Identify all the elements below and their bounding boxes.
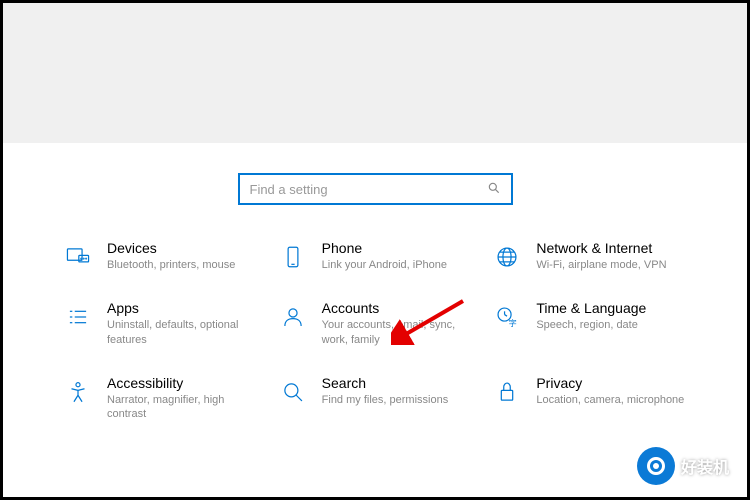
tile-accounts[interactable]: Accounts Your accounts, email, sync, wor… bbox=[278, 300, 473, 347]
window-header-area bbox=[3, 3, 747, 143]
tile-text: Apps Uninstall, defaults, optional featu… bbox=[107, 300, 258, 347]
tile-time-language[interactable]: 字 Time & Language Speech, region, date bbox=[492, 300, 687, 347]
tile-privacy[interactable]: Privacy Location, camera, microphone bbox=[492, 375, 687, 422]
tile-devices[interactable]: Devices Bluetooth, printers, mouse bbox=[63, 240, 258, 272]
tile-phone[interactable]: Phone Link your Android, iPhone bbox=[278, 240, 473, 272]
tile-desc: Link your Android, iPhone bbox=[322, 258, 473, 272]
tile-desc: Speech, region, date bbox=[536, 318, 687, 332]
tile-text: Accounts Your accounts, email, sync, wor… bbox=[322, 300, 473, 347]
search-tile-icon bbox=[278, 377, 308, 407]
tile-title: Phone bbox=[322, 240, 473, 256]
time-language-icon: 字 bbox=[492, 302, 522, 332]
tile-title: Apps bbox=[107, 300, 258, 316]
svg-text:字: 字 bbox=[509, 318, 517, 328]
tile-apps[interactable]: Apps Uninstall, defaults, optional featu… bbox=[63, 300, 258, 347]
search-input[interactable] bbox=[250, 182, 487, 197]
settings-content: Devices Bluetooth, printers, mouse Phone… bbox=[3, 143, 747, 421]
globe-icon bbox=[492, 242, 522, 272]
tile-desc: Uninstall, defaults, optional features bbox=[107, 318, 258, 347]
tile-title: Search bbox=[322, 375, 473, 391]
tile-title: Accounts bbox=[322, 300, 473, 316]
tile-text: Search Find my files, permissions bbox=[322, 375, 473, 407]
search-wrap bbox=[63, 143, 687, 240]
watermark-logo-icon bbox=[637, 447, 675, 485]
tile-text: Accessibility Narrator, magnifier, high … bbox=[107, 375, 258, 422]
tile-title: Privacy bbox=[536, 375, 687, 391]
accounts-icon bbox=[278, 302, 308, 332]
apps-icon bbox=[63, 302, 93, 332]
tile-desc: Find my files, permissions bbox=[322, 393, 473, 407]
accessibility-icon bbox=[63, 377, 93, 407]
tile-text: Devices Bluetooth, printers, mouse bbox=[107, 240, 258, 272]
tile-text: Phone Link your Android, iPhone bbox=[322, 240, 473, 272]
tile-title: Accessibility bbox=[107, 375, 258, 391]
tile-desc: Narrator, magnifier, high contrast bbox=[107, 393, 258, 422]
search-box[interactable] bbox=[238, 173, 513, 205]
tile-title: Devices bbox=[107, 240, 258, 256]
tile-title: Time & Language bbox=[536, 300, 687, 316]
tile-text: Privacy Location, camera, microphone bbox=[536, 375, 687, 407]
tile-desc: Wi-Fi, airplane mode, VPN bbox=[536, 258, 687, 272]
phone-icon bbox=[278, 242, 308, 272]
tile-text: Network & Internet Wi-Fi, airplane mode,… bbox=[536, 240, 687, 272]
tile-desc: Your accounts, email, sync, work, family bbox=[322, 318, 473, 347]
tile-text: Time & Language Speech, region, date bbox=[536, 300, 687, 332]
tile-network[interactable]: Network & Internet Wi-Fi, airplane mode,… bbox=[492, 240, 687, 272]
tile-desc: Location, camera, microphone bbox=[536, 393, 687, 407]
watermark-text: 好装机 bbox=[681, 454, 729, 478]
lock-icon bbox=[492, 377, 522, 407]
tile-title: Network & Internet bbox=[536, 240, 687, 256]
settings-grid: Devices Bluetooth, printers, mouse Phone… bbox=[63, 240, 687, 421]
tile-search[interactable]: Search Find my files, permissions bbox=[278, 375, 473, 422]
watermark: 好装机 bbox=[637, 447, 729, 485]
tile-desc: Bluetooth, printers, mouse bbox=[107, 258, 258, 272]
tile-accessibility[interactable]: Accessibility Narrator, magnifier, high … bbox=[63, 375, 258, 422]
devices-icon bbox=[63, 242, 93, 272]
search-icon bbox=[487, 181, 501, 198]
